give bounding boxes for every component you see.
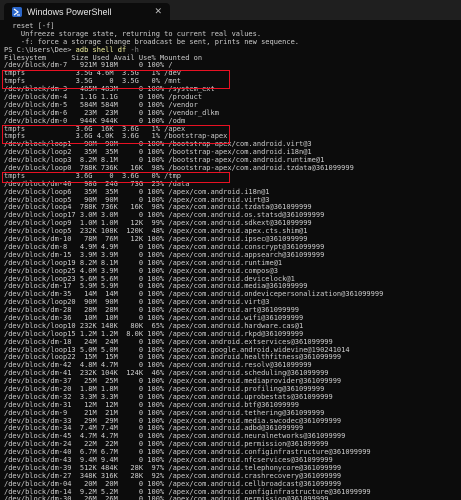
tab-powershell[interactable]: Windows PowerShell ✕: [4, 3, 170, 20]
command-arg: -h: [126, 45, 139, 54]
prompt: PS C:\Users\Dee>: [4, 45, 76, 54]
powershell-window: Windows PowerShell ✕ reset [-f] Unfreeze…: [0, 0, 461, 500]
df-rows: /dev/block/dm-7 921M 918M 0 100% / tmpfs …: [4, 62, 461, 500]
terminal-output[interactable]: reset [-f] Unfreeze storage state, retur…: [0, 20, 461, 500]
command: adb shell df: [75, 45, 127, 54]
close-icon[interactable]: ✕: [154, 6, 162, 17]
title-bar: Windows PowerShell ✕: [0, 0, 461, 20]
powershell-icon: [12, 6, 22, 17]
tab-title: Windows PowerShell: [27, 6, 112, 17]
df-row: /dev/block/dm-30 26M 26M 0 100% /apex/co…: [4, 495, 329, 500]
